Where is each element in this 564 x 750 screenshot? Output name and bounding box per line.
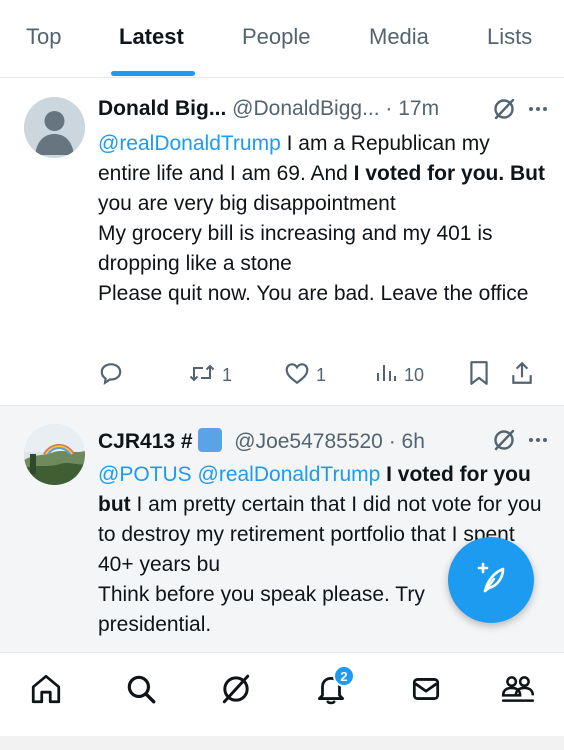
grok-icon[interactable] [492,97,516,127]
post-time: · 6h [388,430,425,453]
heart-icon [284,361,310,390]
repost-button[interactable]: 1 [188,360,232,390]
home-icon [29,672,63,711]
author-name[interactable]: CJR413 # [98,430,193,453]
repost-count: 1 [222,364,233,385]
bookmark-icon [468,360,490,391]
nav-search[interactable] [121,671,161,711]
grok-icon [219,672,253,711]
compose-feather-icon [471,558,511,603]
post-actions: 1 1 10 [98,360,538,390]
post-text: @realDonaldTrump I am a Republican my en… [98,129,546,309]
active-tab-indicator [111,71,195,76]
author-handle[interactable]: @Joe54785520 [234,430,383,453]
post-text-bold: I voted for you. But [353,162,545,185]
repost-icon [188,360,216,391]
post-text-line: My grocery bill is increasing and my 401… [98,222,493,275]
tab-latest[interactable]: Latest [119,24,184,50]
nav-grok[interactable] [216,671,256,711]
blue-square-emoji-icon [198,428,223,452]
tab-lists[interactable]: Lists [487,24,532,50]
envelope-icon [409,672,443,711]
grok-icon[interactable] [492,428,516,458]
nav-communities[interactable] [498,671,538,711]
nav-home[interactable] [26,671,66,711]
post-header: Donald Big... @DonaldBigg... · 17m [98,97,550,127]
more-options-icon[interactable] [526,428,550,458]
bottom-nav: 2 [0,652,564,750]
tab-media[interactable]: Media [369,24,429,50]
post[interactable]: Donald Big... @DonaldBigg... · 17m @real… [0,79,564,405]
views-chart-icon [374,361,398,390]
bookmark-button[interactable] [468,360,490,390]
reply-icon [98,360,124,391]
reply-button[interactable] [98,360,124,390]
system-bar [0,736,564,750]
views-button[interactable]: 10 [374,360,424,390]
nav-messages[interactable] [406,671,446,711]
like-button[interactable]: 1 [284,360,326,390]
search-icon [124,672,158,711]
tab-top[interactable]: Top [26,24,61,50]
communities-icon [500,672,536,711]
author-handle[interactable]: @DonaldBigg... [232,97,379,120]
tab-people[interactable]: People [242,24,311,50]
post-time: · 17m [385,97,440,120]
views-count: 10 [404,364,425,385]
more-options-icon[interactable] [526,97,550,127]
mention-link[interactable]: @POTUS [98,463,192,486]
post-text-line: Please quit now. You are bad. Leave the … [98,282,529,305]
notification-badge: 2 [333,665,355,687]
share-icon [510,360,534,391]
nav-notifications[interactable]: 2 [311,665,355,711]
share-button[interactable] [510,360,534,390]
mention-link[interactable]: @realDonaldTrump [98,132,281,155]
like-count: 1 [316,364,327,385]
tab-bar: Top Latest People Media Lists [0,0,564,78]
author-name[interactable]: Donald Big... [98,97,226,120]
default-avatar-icon[interactable] [24,97,85,158]
landscape-avatar-icon[interactable] [24,424,85,485]
post-text-segment: you are very big disappointment [98,192,396,215]
compose-button[interactable] [448,537,534,623]
post-header: CJR413 # @Joe54785520 · 6h [98,428,550,458]
mention-link[interactable]: @realDonaldTrump [198,463,381,486]
